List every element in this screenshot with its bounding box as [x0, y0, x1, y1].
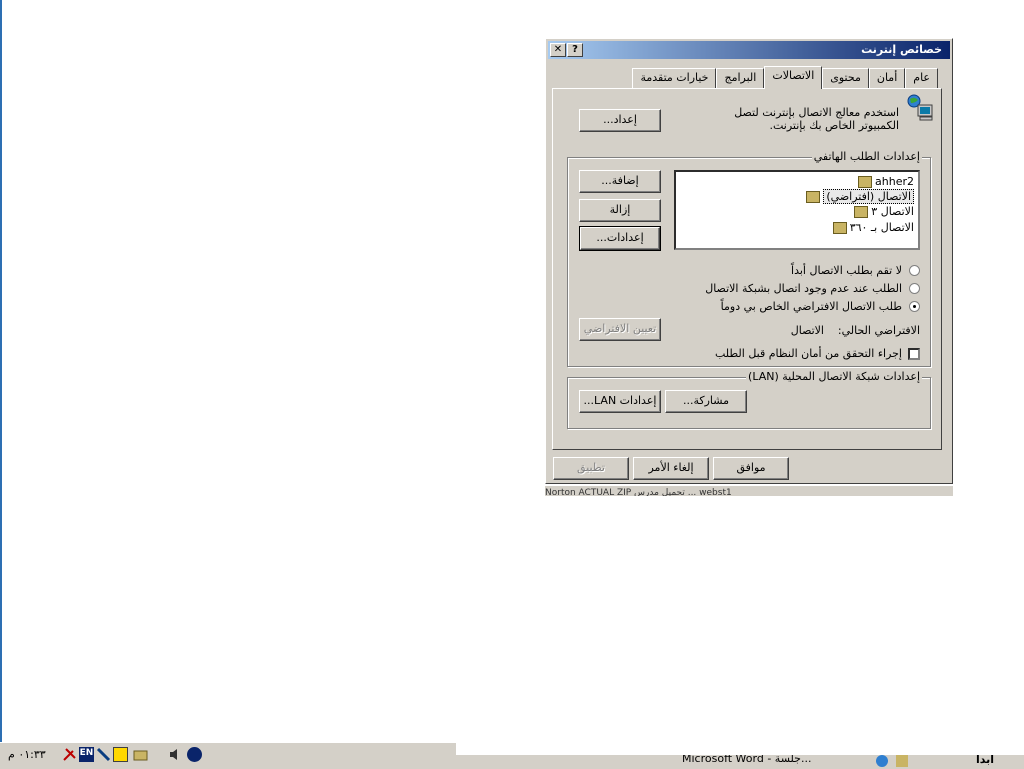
dialup-group-label: إعدادات الطلب الهاتفي	[811, 150, 922, 163]
clock[interactable]: ٠١:٣٣ م	[8, 748, 46, 761]
tab-content[interactable]: محتوى	[822, 68, 869, 88]
lan-group-label: إعدادات شبكة الاتصال المحلية (LAN)	[746, 370, 922, 383]
media-icon[interactable]	[187, 747, 202, 762]
dialog-title: خصائص إنترنت	[861, 43, 942, 56]
radio-dial-when-none-label: الطلب عند عدم وجود اتصال بشبكة الاتصال	[705, 282, 902, 295]
connection-icon	[806, 190, 821, 203]
security-check-checkbox[interactable]	[908, 348, 920, 360]
connection-name: الاتصال بـ ٣٦٠	[849, 221, 914, 234]
list-item[interactable]: الاتصال (افتراضي)	[806, 189, 914, 204]
set-default-button[interactable]: تعيين الافتراضي	[579, 318, 661, 341]
connection-name: الاتصال (افتراضي)	[823, 189, 914, 204]
remove-button[interactable]: إزالة	[579, 199, 661, 222]
quicklaunch-icon[interactable]	[896, 755, 908, 767]
taskbar-main: Microsoft Word - جلسة... ابدأ	[456, 754, 1024, 769]
connection-icon	[854, 205, 869, 218]
list-item[interactable]: ahher2	[858, 174, 914, 189]
window-icon[interactable]	[113, 747, 128, 762]
background-taskbar-fragment: Norton ACTUAL ZIP تحميل مدرس ... webst1	[545, 486, 953, 496]
start-button[interactable]: ابدأ	[976, 755, 994, 766]
setup-description: استخدم معالج الاتصال بإنترنت لتصل الكمبي…	[734, 106, 899, 132]
radio-never-dial-label: لا تقم بطلب الاتصال أبداً	[791, 264, 902, 277]
tab-strip: عام أمان محتوى الاتصالات البرامج خيارات …	[632, 66, 938, 89]
help-icon[interactable]: ?	[567, 43, 583, 57]
list-item[interactable]: الاتصال بـ ٣٦٠	[832, 220, 914, 235]
tools-icon[interactable]	[62, 747, 77, 762]
lan-settings-button[interactable]: إعدادات LAN...	[579, 390, 661, 413]
connections-panel: استخدم معالج الاتصال بإنترنت لتصل الكمبي…	[552, 88, 942, 450]
current-default-label: الافتراضي الحالي:	[837, 324, 920, 337]
radio-always-dial[interactable]	[909, 301, 920, 312]
language-indicator[interactable]: EN	[79, 747, 94, 762]
desktop-edge	[0, 0, 2, 742]
title-bar[interactable]: خصائص إنترنت ✕ ?	[548, 41, 950, 59]
network-computer-icon	[905, 93, 935, 123]
dialup-group: إعدادات الطلب الهاتفي ahher2 الاتصال (اف…	[567, 150, 931, 367]
radio-never-dial[interactable]	[909, 265, 920, 276]
connection-name: ahher2	[875, 175, 914, 188]
pen-icon[interactable]	[96, 747, 111, 762]
security-check-label: إجراء التحقق من أمان النظام قبل الطلب	[714, 347, 902, 360]
setup-button[interactable]: إعداد...	[579, 109, 661, 132]
list-item[interactable]: الاتصال ٣	[854, 204, 914, 219]
radio-always-dial-label: طلب الاتصال الافتراضي الخاص بي دوماً	[720, 300, 902, 313]
tab-general[interactable]: عام	[905, 68, 938, 88]
tab-connections[interactable]: الاتصالات	[764, 66, 823, 89]
tab-programs[interactable]: البرامج	[716, 68, 765, 88]
network-icon[interactable]	[133, 747, 148, 762]
tab-security[interactable]: أمان	[868, 68, 906, 88]
connection-icon	[858, 175, 873, 188]
radio-dial-when-none[interactable]	[909, 283, 920, 294]
current-default-value: الاتصال	[790, 324, 824, 337]
tab-advanced[interactable]: خيارات متقدمة	[632, 68, 717, 88]
close-icon[interactable]: ✕	[550, 43, 566, 57]
ok-button[interactable]: موافق	[713, 457, 789, 480]
cancel-button[interactable]: إلغاء الأمر	[633, 457, 709, 480]
add-button[interactable]: إضافة...	[579, 170, 661, 193]
connection-name: الاتصال ٣	[871, 205, 914, 218]
lan-group: إعدادات شبكة الاتصال المحلية (LAN) إعداد…	[567, 370, 931, 429]
apply-button[interactable]: تطبيق	[553, 457, 629, 480]
word-window-button[interactable]: Microsoft Word - جلسة...	[682, 755, 811, 765]
connections-list[interactable]: ahher2 الاتصال (افتراضي) الاتصال ٣ الاتص…	[674, 170, 920, 250]
sharing-button[interactable]: مشاركة...	[665, 390, 747, 413]
connection-icon	[832, 221, 847, 234]
internet-properties-dialog: خصائص إنترنت ✕ ? عام أمان محتوى الاتصالا…	[545, 38, 953, 484]
ie-icon[interactable]	[876, 755, 888, 767]
settings-button[interactable]: إعدادات...	[579, 226, 661, 251]
volume-icon[interactable]	[168, 747, 183, 762]
